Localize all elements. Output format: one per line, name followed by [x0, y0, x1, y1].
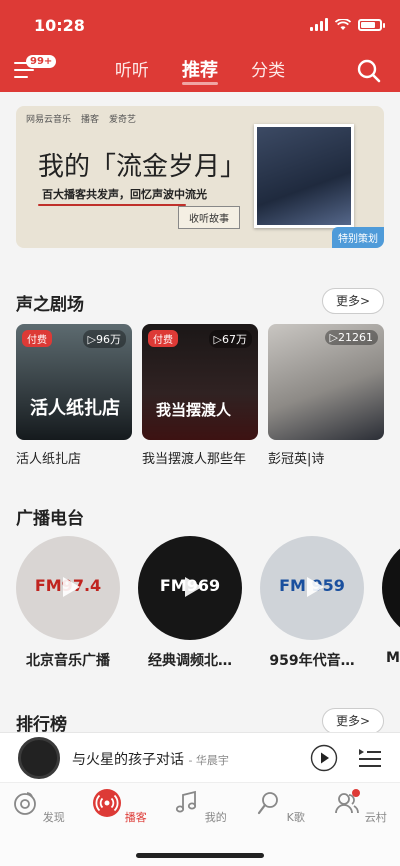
player-cover[interactable]: [18, 737, 60, 779]
radio-title: 北京音乐广播: [26, 653, 110, 669]
track-title: 与火星的孩子对话: [72, 752, 184, 768]
play-count: ▷67万: [208, 330, 252, 348]
track-artist: - 华晨宇: [188, 754, 229, 767]
tabbar-mine[interactable]: 我的: [170, 789, 230, 825]
radio-cover: [382, 536, 400, 640]
logo-podcast: 播客: [81, 115, 100, 125]
play-icon: [63, 577, 80, 597]
tab-recommend[interactable]: 推荐: [182, 56, 218, 85]
tabbar-label: 云村: [364, 811, 387, 824]
tabbar-cloud-village[interactable]: 云村: [330, 789, 390, 825]
drama-title: 活人纸扎店: [16, 452, 82, 467]
radio-card[interactable]: FM969 经典调频北…: [138, 536, 242, 670]
logo-netease: 网易云音乐: [26, 115, 72, 125]
drama-card[interactable]: ▷21261 彭冠英|诗: [268, 324, 384, 467]
tabbar-label: 我的: [204, 811, 227, 824]
play-icon: [185, 577, 202, 597]
mini-player[interactable]: 与火星的孩子对话 - 华晨宇: [0, 732, 400, 782]
playlist-icon[interactable]: [358, 747, 382, 769]
signal-icon: [310, 18, 328, 31]
drama-cover: 付费 ▷67万 我当摆渡人: [142, 324, 258, 440]
section-title-ranking: 排行榜: [16, 715, 67, 732]
drama-card[interactable]: 付费 ▷96万 活人纸扎店 活人纸扎店: [16, 324, 132, 467]
cover-title: 我当摆渡人: [156, 401, 232, 419]
play-pause-icon[interactable]: [310, 744, 338, 772]
status-time: 10:28: [34, 16, 85, 35]
tabbar-podcast[interactable]: 播客: [90, 789, 150, 825]
netease-music-icon: [14, 792, 37, 815]
promo-banner[interactable]: 网易云音乐 播客 爱奇艺 我的「流金岁月」 百大播客共发声，回忆声波中流光 收听…: [16, 106, 384, 248]
radio-title: 经典调频北…: [148, 653, 232, 669]
community-icon: [335, 789, 361, 814]
tabbar-label: K歌: [286, 811, 305, 824]
banner-title: 我的「流金岁月」: [38, 152, 247, 182]
microphone-icon: [258, 792, 279, 815]
tab-category[interactable]: 分类: [251, 56, 285, 81]
banner-city-photo: [254, 124, 354, 228]
radio-card[interactable]: M: [382, 536, 400, 666]
play-count: ▷21261: [324, 330, 378, 345]
tabbar-label: 播客: [124, 811, 147, 824]
banner-underline: [38, 204, 186, 206]
tabbar-discover[interactable]: 发现: [8, 789, 68, 825]
ranking-more-button[interactable]: 更多>: [322, 708, 384, 732]
radio-title: M: [386, 650, 400, 666]
drama-cover: ▷21261: [268, 324, 384, 440]
radio-cover: FM 959: [260, 536, 364, 640]
paid-badge: 付费: [22, 330, 52, 347]
section-title-radio: 广播电台: [16, 509, 84, 529]
banner-logos: 网易云音乐 播客 爱奇艺: [26, 112, 136, 125]
banner-tag: 特别策划: [332, 227, 384, 248]
wifi-icon: [335, 18, 351, 30]
battery-icon: [358, 18, 385, 31]
status-bar: 10:28: [0, 10, 400, 38]
cover-title: 活人纸扎店: [30, 398, 120, 419]
radio-card[interactable]: FM 959 959年代音…: [260, 536, 364, 670]
logo-iqiyi: 爱奇艺: [109, 115, 137, 125]
banner-listen-button[interactable]: 收听故事: [178, 206, 240, 229]
radio-cover: FM97.4: [16, 536, 120, 640]
top-tabs: 听听 推荐 分类: [0, 56, 400, 85]
status-icons: [310, 18, 385, 31]
radio-title: 959年代音…: [269, 653, 355, 669]
drama-title: 我当摆渡人那些年: [142, 452, 247, 467]
music-note-icon: [176, 790, 197, 813]
bottom-tab-bar: 发现 播客 我的 K歌 云村: [0, 782, 400, 866]
player-track: 与火星的孩子对话 - 华晨宇: [72, 749, 229, 769]
search-icon[interactable]: [356, 58, 382, 84]
tabbar-label: 发现: [42, 811, 65, 824]
tab-listen[interactable]: 听听: [115, 56, 149, 81]
home-indicator: [136, 853, 264, 858]
drama-more-button[interactable]: 更多>: [322, 288, 384, 314]
section-title-drama: 声之剧场: [16, 295, 84, 315]
radio-card[interactable]: FM97.4 北京音乐广播: [16, 536, 120, 670]
radio-cover: FM969: [138, 536, 242, 640]
play-icon: [307, 577, 324, 597]
drama-cover: 付费 ▷96万 活人纸扎店: [16, 324, 132, 440]
podcast-icon: [93, 789, 122, 817]
drama-title: 彭冠英|诗: [268, 452, 325, 467]
top-header: 10:28 99+ 听听 推荐 分类: [0, 0, 400, 92]
paid-badge: 付费: [148, 330, 178, 347]
drama-card[interactable]: 付费 ▷67万 我当摆渡人 我当摆渡人那些年: [142, 324, 258, 467]
main-content: 网易云音乐 播客 爱奇艺 我的「流金岁月」 百大播客共发声，回忆声波中流光 收听…: [0, 92, 400, 732]
tabbar-karaoke[interactable]: K歌: [250, 789, 310, 825]
play-count: ▷96万: [82, 330, 126, 348]
banner-subtitle: 百大播客共发声，回忆声波中流光: [42, 188, 207, 201]
